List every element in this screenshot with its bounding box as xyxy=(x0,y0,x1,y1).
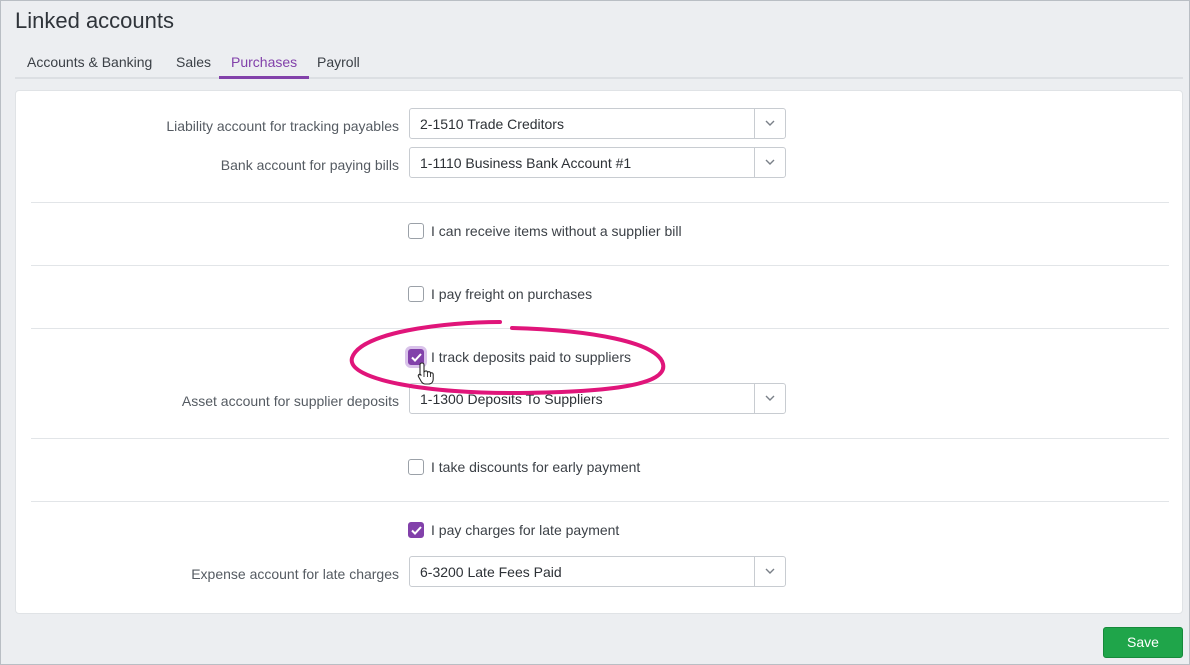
expense-account-value: 6-3200 Late Fees Paid xyxy=(420,564,562,580)
checkmark-icon xyxy=(411,526,422,535)
bank-account-select[interactable]: 1-1110 Business Bank Account #1 xyxy=(409,147,786,178)
expense-account-label: Expense account for late charges xyxy=(191,566,399,582)
tab-purchases[interactable]: Purchases xyxy=(219,45,310,79)
tab-accounts-banking[interactable]: Accounts & Banking xyxy=(15,45,164,79)
expense-account-select[interactable]: 6-3200 Late Fees Paid xyxy=(409,556,786,587)
divider xyxy=(31,438,1169,439)
tab-bar: Accounts & Banking Sales Purchases Payro… xyxy=(15,45,1183,79)
checkbox-box[interactable] xyxy=(408,349,424,365)
track-deposits-label: I track deposits paid to suppliers xyxy=(431,349,631,365)
tab-sales[interactable]: Sales xyxy=(164,45,223,79)
checkbox-box[interactable] xyxy=(408,223,424,239)
asset-account-label: Asset account for supplier deposits xyxy=(181,393,399,409)
divider xyxy=(31,265,1169,266)
receive-without-bill-label: I can receive items without a supplier b… xyxy=(431,223,682,239)
chevron-down-icon[interactable] xyxy=(754,109,785,138)
checkbox-box[interactable] xyxy=(408,286,424,302)
liability-account-value: 2-1510 Trade Creditors xyxy=(420,116,564,132)
chevron-down-icon[interactable] xyxy=(754,148,785,177)
bank-account-value: 1-1110 Business Bank Account #1 xyxy=(420,155,632,171)
asset-account-select[interactable]: 1-1300 Deposits To Suppliers xyxy=(409,383,786,414)
divider xyxy=(31,501,1169,502)
checkmark-icon xyxy=(411,353,422,362)
pay-freight-label: I pay freight on purchases xyxy=(431,286,593,302)
page-title: Linked accounts xyxy=(15,8,174,33)
checkbox-box[interactable] xyxy=(408,522,424,538)
asset-account-value: 1-1300 Deposits To Suppliers xyxy=(420,391,603,407)
liability-account-label: Liability account for tracking payables xyxy=(166,118,399,134)
liability-account-select[interactable]: 2-1510 Trade Creditors xyxy=(409,108,786,139)
bank-account-label: Bank account for paying bills xyxy=(220,157,399,173)
divider xyxy=(31,202,1169,203)
purchases-panel: Liability account for tracking payables … xyxy=(15,90,1183,614)
divider xyxy=(31,328,1169,329)
late-charges-label: I pay charges for late payment xyxy=(431,522,620,538)
chevron-down-icon[interactable] xyxy=(754,384,785,413)
tab-payroll[interactable]: Payroll xyxy=(305,45,372,79)
checkbox-box[interactable] xyxy=(408,459,424,475)
save-button[interactable]: Save xyxy=(1103,627,1183,658)
early-discounts-label: I take discounts for early payment xyxy=(431,459,641,475)
chevron-down-icon[interactable] xyxy=(754,557,785,586)
